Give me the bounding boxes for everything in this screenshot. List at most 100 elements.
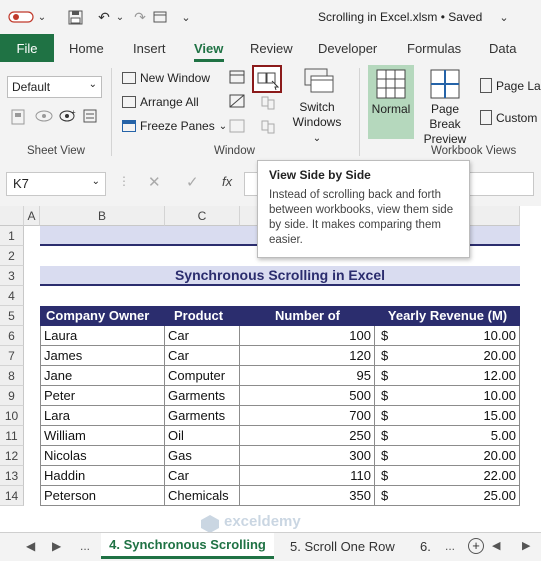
table-cell[interactable]: James [40, 346, 165, 366]
synchronous-scrolling-icon[interactable] [260, 95, 276, 114]
currency-symbol[interactable]: $ [375, 426, 405, 446]
switch-windows-button[interactable]: Switch Windows ⌄ [287, 67, 347, 144]
table-cell[interactable]: Car [165, 326, 240, 346]
sheet-tab[interactable]: 5. Scroll One Row [290, 539, 395, 554]
table-cell[interactable]: Computer [165, 366, 240, 386]
tab-formulas[interactable]: Formulas [407, 41, 461, 56]
chevron-down-icon[interactable]: ⌄ [498, 7, 510, 27]
currency-symbol[interactable]: $ [375, 386, 405, 406]
table-cell[interactable]: 25.00 [405, 486, 520, 506]
select-all-corner[interactable] [0, 206, 24, 226]
enter-icon[interactable]: ✓ [186, 173, 199, 191]
new-window-button[interactable]: New Window [122, 71, 210, 85]
customize-chevron-icon[interactable]: ⌄ [180, 7, 192, 27]
undo-icon[interactable]: ↶ [96, 7, 112, 27]
custom-views-button[interactable]: Custom [480, 110, 537, 125]
row-header[interactable]: 14 [0, 486, 24, 506]
row-header[interactable]: 5 [0, 306, 24, 326]
currency-symbol[interactable]: $ [375, 466, 405, 486]
table-cell[interactable]: 300 [240, 446, 375, 466]
column-header-b[interactable]: B [40, 206, 165, 226]
column-header-a[interactable]: A [24, 206, 40, 226]
currency-symbol[interactable]: $ [375, 366, 405, 386]
table-header[interactable]: Company Owner [40, 306, 165, 326]
redo-icon[interactable]: ↷ [132, 7, 148, 27]
more-sheets-right[interactable]: ... [445, 539, 455, 553]
table-cell[interactable]: Oil [165, 426, 240, 446]
table-cell[interactable]: 10.00 [405, 326, 520, 346]
table-header[interactable]: Product [165, 306, 240, 326]
save-icon[interactable] [66, 7, 84, 27]
table-cell[interactable]: 350 [240, 486, 375, 506]
cancel-icon[interactable]: ✕ [148, 173, 161, 191]
table-cell[interactable]: Peter [40, 386, 165, 406]
normal-view-button[interactable]: Normal [368, 65, 414, 139]
table-cell[interactable]: Laura [40, 326, 165, 346]
table-cell[interactable]: Peterson [40, 486, 165, 506]
tab-developer[interactable]: Developer [318, 41, 377, 56]
scroll-left-icon[interactable]: ◀ [492, 539, 500, 552]
currency-symbol[interactable]: $ [375, 446, 405, 466]
tab-data[interactable]: Data [489, 41, 516, 56]
row-header[interactable]: 7 [0, 346, 24, 366]
table-cell[interactable]: 100 [240, 326, 375, 346]
sheet-tab[interactable]: 6. [420, 539, 431, 554]
scroll-right-icon[interactable]: ▶ [52, 539, 61, 553]
name-box[interactable]: K7 ⌄ [6, 172, 106, 196]
table-cell[interactable]: Garments [165, 406, 240, 426]
sheet-view-dropdown[interactable]: Default ⌄ [7, 76, 102, 98]
table-cell[interactable]: 95 [240, 366, 375, 386]
row-header[interactable]: 13 [0, 466, 24, 486]
table-header[interactable]: Number of [240, 306, 375, 326]
column-header-c[interactable]: C [165, 206, 240, 226]
row-header[interactable]: 10 [0, 406, 24, 426]
table-cell[interactable]: Garments [165, 386, 240, 406]
table-cell[interactable]: 5.00 [405, 426, 520, 446]
table-cell[interactable]: 20.00 [405, 446, 520, 466]
tab-view[interactable]: View [194, 41, 223, 56]
insert-function-icon[interactable]: fx [222, 174, 232, 189]
table-cell[interactable]: 20.00 [405, 346, 520, 366]
eye-icon[interactable] [35, 110, 53, 125]
table-cell[interactable]: 500 [240, 386, 375, 406]
table-cell[interactable]: Car [165, 466, 240, 486]
table-header[interactable]: Yearly Revenue (M) [375, 306, 520, 326]
new-view-icon[interactable]: + [59, 108, 77, 126]
row-header[interactable]: 4 [0, 286, 24, 306]
scroll-left-icon[interactable]: ◀ [26, 539, 35, 553]
row-header[interactable]: 9 [0, 386, 24, 406]
table-cell[interactable]: William [40, 426, 165, 446]
table-cell[interactable]: Nicolas [40, 446, 165, 466]
arrange-all-button[interactable]: Arrange All [122, 95, 199, 109]
table-cell[interactable]: Gas [165, 446, 240, 466]
table-cell[interactable]: Lara [40, 406, 165, 426]
scroll-right-icon[interactable]: ▶ [522, 539, 530, 552]
more-sheets-left[interactable]: ... [80, 539, 90, 553]
hide-icon[interactable] [229, 94, 245, 111]
keep-icon[interactable] [11, 109, 25, 128]
chevron-down-icon[interactable]: ⌄ [36, 7, 48, 27]
table-cell[interactable]: Jane [40, 366, 165, 386]
tab-review[interactable]: Review [250, 41, 293, 56]
row-header[interactable]: 6 [0, 326, 24, 346]
row-header[interactable]: 1 [0, 226, 24, 246]
table-cell[interactable]: 110 [240, 466, 375, 486]
row-header[interactable]: 3 [0, 266, 24, 286]
tab-file[interactable]: File [0, 34, 54, 62]
freeze-panes-button[interactable]: Freeze Panes ⌄ [122, 119, 227, 133]
table-cell[interactable]: 700 [240, 406, 375, 426]
chevron-down-icon[interactable]: ⌄ [115, 7, 125, 27]
tab-insert[interactable]: Insert [133, 41, 166, 56]
sheet-subtitle[interactable]: Synchronous Scrolling in Excel [40, 266, 520, 286]
reset-window-position-icon[interactable] [260, 119, 276, 138]
table-cell[interactable]: 250 [240, 426, 375, 446]
table-cell[interactable]: 12.00 [405, 366, 520, 386]
options-icon[interactable] [83, 109, 97, 126]
add-sheet-icon[interactable]: + [468, 538, 484, 554]
page-break-preview-button[interactable]: Page Break Preview [414, 69, 476, 146]
currency-symbol[interactable]: $ [375, 346, 405, 366]
row-header[interactable]: 2 [0, 246, 24, 266]
table-cell[interactable]: 10.00 [405, 386, 520, 406]
quick-access-icon[interactable] [152, 7, 168, 27]
split-icon[interactable] [229, 70, 245, 87]
